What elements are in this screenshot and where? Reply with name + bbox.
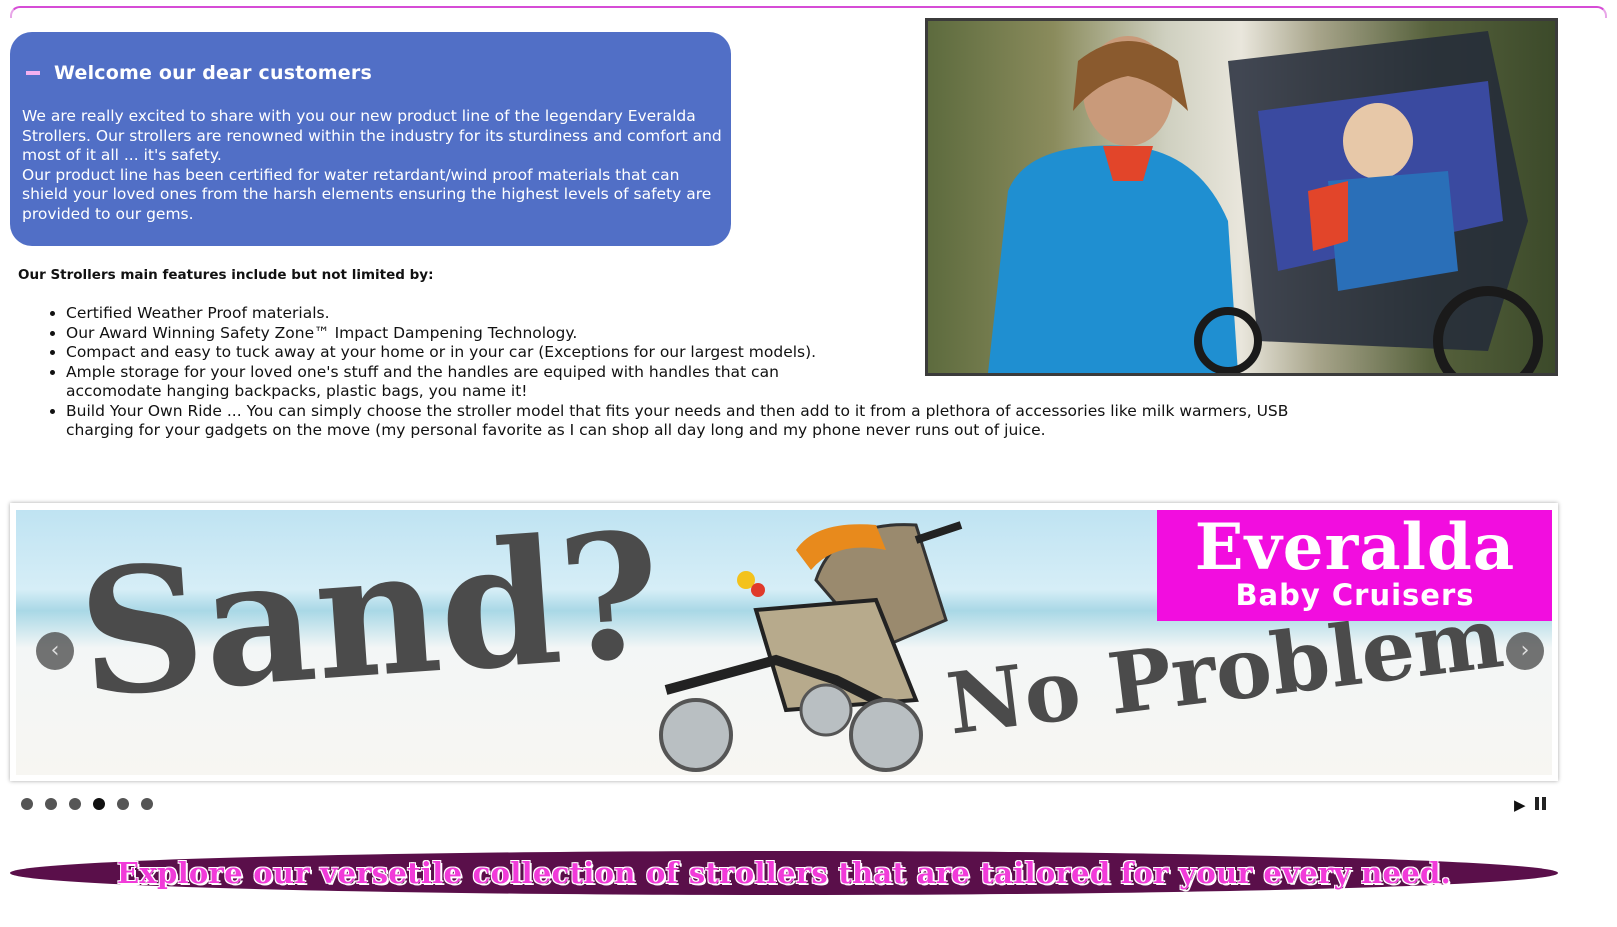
pause-icon[interactable] [1535,797,1546,810]
welcome-header[interactable]: Welcome our dear customers [24,62,372,84]
features-intro: Our Strollers main features include but … [18,267,434,283]
feature-item: Ample storage for your loved one's stuff… [66,363,786,402]
slider-pagination [21,798,165,810]
brand-logo: Everalda Baby Cruisers [1157,510,1552,621]
chevron-right-icon[interactable]: › [1506,632,1544,670]
welcome-panel: Welcome our dear customers We are really… [10,32,731,246]
welcome-paragraph-2: Our product line has been certified for … [22,165,712,223]
welcome-title: Welcome our dear customers [54,62,372,84]
welcome-body: We are really excited to share with you … [22,107,722,224]
slider-dot-3[interactable] [69,798,81,810]
chevron-left-icon[interactable]: ‹ [36,632,74,670]
welcome-paragraph-1: We are really excited to share with you … [22,107,722,164]
slider-dot-2[interactable] [45,798,57,810]
features-list: Certified Weather Proof materials. Our A… [30,304,1306,441]
top-divider [10,6,1607,18]
collection-banner: Explore our versetile collection of stro… [10,851,1558,895]
banner-text: Explore our versetile collection of stro… [117,856,1451,890]
brand-name: Everalda [1194,510,1516,585]
slide-beach[interactable]: Sand? No Problem Everalda Baby Cruisers … [16,510,1552,775]
feature-item: Certified Weather Proof materials. [66,304,1306,324]
feature-item: Build Your Own Ride ... You can simply c… [66,402,1306,441]
slider-dot-4[interactable] [93,798,105,810]
play-icon[interactable]: ▶ [1514,796,1526,814]
collapse-icon[interactable] [26,71,40,75]
slider-dot-5[interactable] [117,798,129,810]
slider-dot-1[interactable] [21,798,33,810]
feature-item: Compact and easy to tuck away at your ho… [66,343,1306,363]
image-slider[interactable]: Sand? No Problem Everalda Baby Cruisers … [10,503,1558,781]
slider-dot-6[interactable] [141,798,153,810]
feature-item: Our Award Winning Safety Zone™ Impact Da… [66,324,1306,344]
slide-headline: Sand? [72,510,668,736]
